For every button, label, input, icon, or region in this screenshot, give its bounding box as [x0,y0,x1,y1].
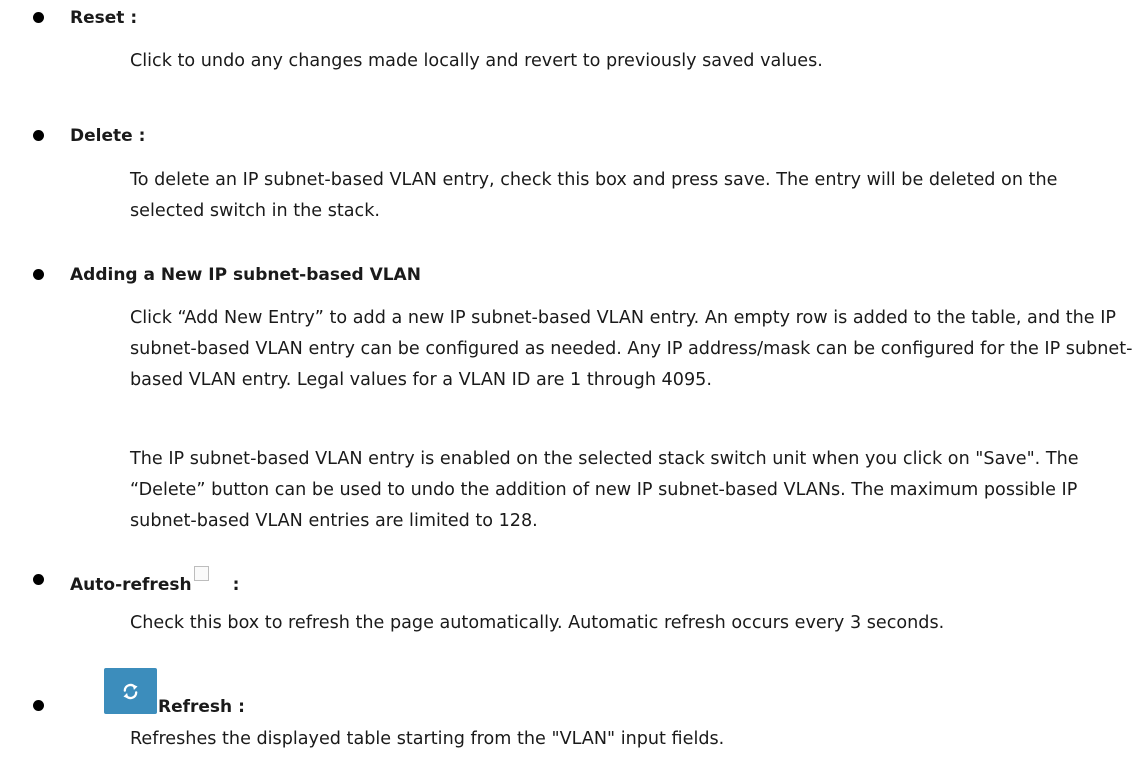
bullet-icon [33,130,44,141]
auto-refresh-heading: Auto-refresh: [70,566,239,596]
refresh-button[interactable] [104,668,157,714]
bullet-icon [33,700,44,711]
auto-refresh-description: Check this box to refresh the page autom… [130,613,945,633]
reset-heading: Reset : [70,8,138,28]
reset-description: Click to undo any changes made locally a… [130,51,823,71]
bullet-icon [33,269,44,280]
bullet-icon [33,574,44,585]
delete-description: To delete an IP subnet-based VLAN entry,… [130,170,1058,221]
add-entry-description: Click “Add New Entry” to add a new IP su… [130,308,1133,390]
auto-refresh-label: Auto-refresh [70,575,192,595]
add-entry-heading: Adding a New IP subnet-based VLAN [70,265,421,285]
auto-refresh-checkbox[interactable] [193,566,209,581]
refresh-heading: Refresh : [158,697,245,717]
auto-refresh-colon: : [232,575,240,595]
refresh-description: Refreshes the displayed table starting f… [130,729,725,749]
refresh-arrows-icon [123,683,138,700]
add-entry-save-description: The IP subnet-based VLAN entry is enable… [130,449,1079,531]
delete-heading: Delete : [70,126,146,146]
bullet-icon [33,12,44,23]
